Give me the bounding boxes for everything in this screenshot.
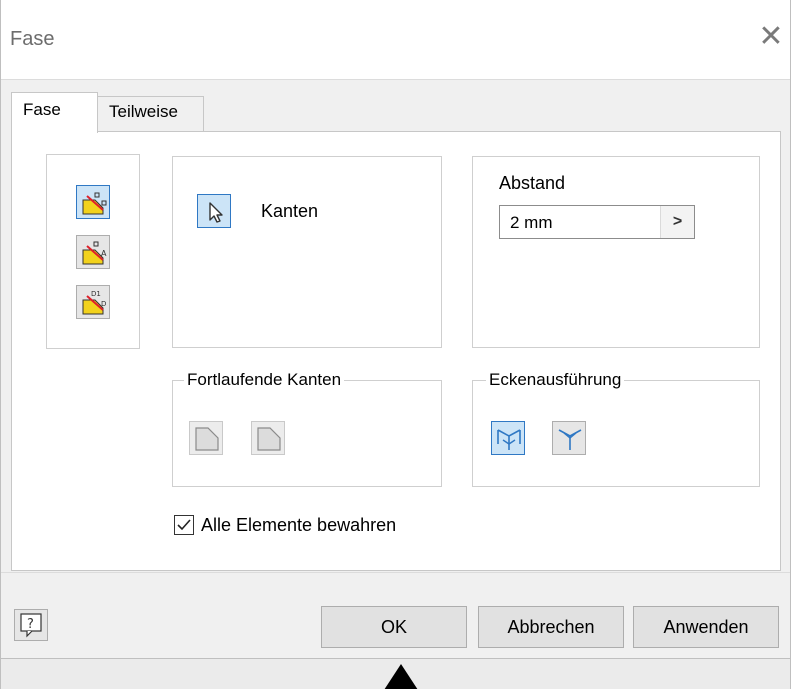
corner-setback-legend: Eckenausführung — [486, 369, 625, 391]
continuous-edges-on-button[interactable] — [189, 421, 223, 455]
distance-label: Abstand — [499, 173, 566, 193]
chamfer-continuous-icon — [195, 427, 219, 451]
chamfer-distance-button[interactable] — [76, 185, 110, 219]
tab-panel: A D1 D Kanten Abstand 2 mm > Fortlaufend… — [11, 131, 781, 571]
title-bar: Fase ✕ — [1, 0, 790, 80]
tab-strip: Fase Teilweise — [1, 92, 790, 133]
svg-text:D: D — [101, 300, 106, 308]
chamfer-distance-icon — [82, 192, 107, 215]
corner-setback-group: Eckenausführung — [472, 369, 760, 487]
edges-group: Kanten — [172, 156, 442, 348]
window-title: Fase — [10, 28, 55, 50]
edges-label: Kanten — [261, 201, 319, 221]
corner-setback-off-button[interactable] — [552, 421, 586, 455]
distance-group: Abstand 2 mm > — [472, 156, 760, 348]
chamfer-single-icon — [257, 427, 281, 451]
preserve-all-features-label[interactable]: Alle Elemente bewahren — [201, 515, 396, 536]
corner-no-setback-icon — [558, 429, 582, 450]
tab-teilweise[interactable]: Teilweise — [97, 96, 204, 132]
corner-setback-on-button[interactable] — [491, 421, 525, 455]
cursor-select-icon — [209, 202, 223, 223]
chamfer-dialog: Fase ✕ Fase Teilweise A D1 D Kanten Abst… — [0, 0, 791, 689]
checkmark-icon — [177, 519, 191, 531]
help-icon: ? — [20, 613, 42, 638]
ok-button[interactable]: OK — [321, 606, 467, 648]
edges-select-button[interactable] — [197, 194, 231, 228]
distance-input[interactable]: 2 mm > — [499, 205, 695, 239]
chamfer-distance-angle-button[interactable]: A — [76, 235, 110, 269]
svg-text:A: A — [101, 249, 107, 258]
svg-text:?: ? — [27, 617, 34, 632]
chamfer-two-distances-button[interactable]: D1 D — [76, 285, 110, 319]
svg-text:D1: D1 — [91, 290, 101, 298]
close-icon[interactable]: ✕ — [754, 20, 788, 54]
cancel-button[interactable]: Abbrechen — [478, 606, 624, 648]
chamfer-two-distances-icon: D1 D — [82, 290, 106, 315]
continuous-edges-off-button[interactable] — [251, 421, 285, 455]
button-bar: ? OK Abbrechen Anwenden — [1, 572, 790, 658]
distance-value[interactable]: 2 mm — [510, 213, 553, 233]
continuous-edges-legend: Fortlaufende Kanten — [184, 369, 345, 391]
apply-button[interactable]: Anwenden — [633, 606, 779, 648]
distance-flyout-button[interactable]: > — [660, 206, 694, 238]
chamfer-distance-angle-icon: A — [82, 241, 107, 265]
chamfer-mode-group: A D1 D — [46, 154, 140, 349]
help-button[interactable]: ? — [14, 609, 48, 641]
continuous-edges-group: Fortlaufende Kanten — [172, 369, 442, 487]
expand-arrow-icon[interactable] — [384, 664, 418, 689]
preserve-all-features-checkbox[interactable] — [174, 515, 194, 535]
tab-fase[interactable]: Fase — [11, 92, 98, 133]
corner-setback-icon — [497, 429, 521, 450]
status-bar — [1, 658, 790, 689]
